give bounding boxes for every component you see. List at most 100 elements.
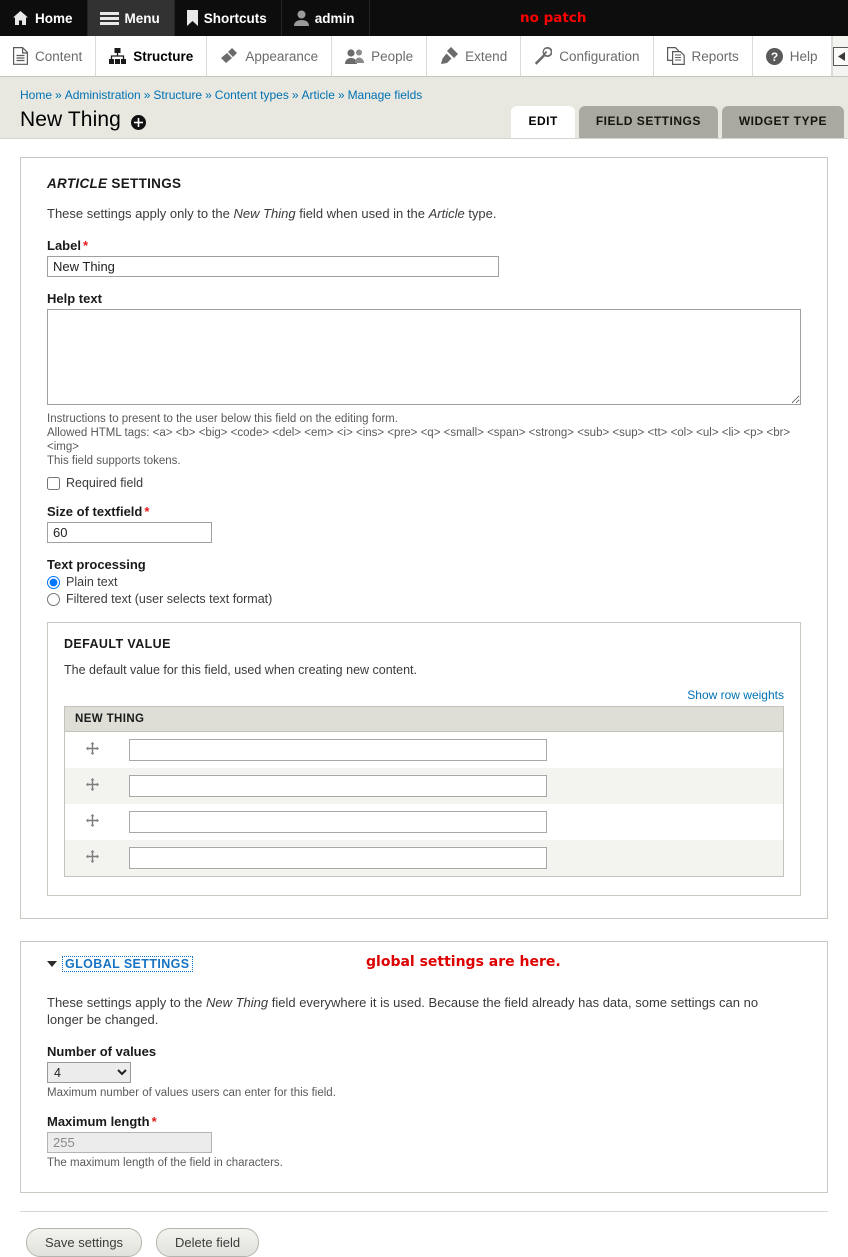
nav-item-content-label: Content <box>35 48 83 64</box>
breadcrumb-item-5[interactable]: Manage fields <box>348 88 423 102</box>
show-row-weights-link[interactable]: Show row weights <box>687 688 784 702</box>
arrow-left-icon <box>832 46 848 66</box>
breadcrumb-item-1[interactable]: Administration <box>65 88 141 102</box>
article-settings-title: ARTICLE SETTINGS <box>47 176 801 191</box>
default-value-row-input[interactable] <box>129 847 547 869</box>
table-row-handle-cell <box>64 731 119 768</box>
breadcrumb-item-3[interactable]: Content types <box>215 88 289 102</box>
toolbar-item-admin-label: admin <box>314 10 355 26</box>
tab-widget-type[interactable]: WIDGET TYPE <box>721 106 844 138</box>
label-field-required-marker: * <box>82 238 89 253</box>
bookmark-icon <box>186 10 198 26</box>
nav-item-extend[interactable]: Extend <box>427 36 522 76</box>
maximum-length-description: The maximum length of the field in chara… <box>47 1157 283 1169</box>
collapse-toolbar-button[interactable] <box>832 36 848 76</box>
toolbar-item-admin-user[interactable]: admin <box>282 0 370 36</box>
tab-edit[interactable]: EDIT <box>511 106 575 138</box>
nav-item-help-label: Help <box>789 48 818 64</box>
breadcrumb-item-2[interactable]: Structure <box>153 88 202 102</box>
drag-handle-icon[interactable] <box>85 742 99 755</box>
toolbar-item-home[interactable]: Home <box>0 0 88 36</box>
page-header: Home» Administration» Structure» Content ty… <box>0 77 848 139</box>
breadcrumb-sep-2: » <box>205 88 212 102</box>
help-text-label: Help text <box>47 291 102 306</box>
article-settings-description: These settings apply only to the New Thi… <box>47 205 801 222</box>
nav-item-appearance[interactable]: Appearance <box>207 36 333 76</box>
breadcrumb-item-0[interactable]: Home <box>20 88 52 102</box>
toolbar-item-menu[interactable]: Menu <box>87 0 175 36</box>
number-of-values-label: Number of values <box>47 1044 157 1059</box>
number-of-values-description: Maximum number of values users can enter… <box>47 1087 336 1099</box>
tab-field-settings[interactable]: FIELD SETTINGS <box>578 106 718 138</box>
user-icon <box>293 10 309 26</box>
table-row <box>64 768 784 804</box>
nav-item-appearance-label: Appearance <box>245 48 319 64</box>
number-of-values-select[interactable]: 4 <box>47 1062 131 1083</box>
toolbar-item-shortcuts-label: Shortcuts <box>203 10 267 26</box>
maximum-length-required-marker: * <box>151 1114 157 1129</box>
default-value-row-input[interactable] <box>129 811 547 833</box>
label-field-input[interactable] <box>47 256 499 277</box>
paintbrush-icon <box>220 47 238 65</box>
table-header-new-thing: NEW THING <box>64 706 784 732</box>
breadcrumb-item-4[interactable]: Article <box>302 88 335 102</box>
question-mark-icon: ? <box>765 47 783 65</box>
hamburger-icon <box>99 11 119 26</box>
text-processing-radio-plain-label[interactable]: Plain text <box>66 575 117 589</box>
desc-post: type. <box>464 206 497 221</box>
required-field-checkbox[interactable] <box>47 476 60 490</box>
nav-item-configuration[interactable]: Configuration <box>521 36 654 76</box>
table-row <box>64 840 784 877</box>
drag-handle-icon[interactable] <box>85 778 99 791</box>
contextual-links-toggle-icon[interactable] <box>130 114 146 130</box>
label-field-label: Label * <box>47 238 801 253</box>
plug-icon <box>440 47 459 65</box>
toolbar-item-shortcuts[interactable]: Shortcuts <box>175 0 282 36</box>
home-icon <box>12 10 29 26</box>
delete-field-button[interactable]: Delete field <box>156 1228 260 1257</box>
nav-item-content[interactable]: Content <box>0 36 97 76</box>
table-row-handle-cell <box>64 768 119 804</box>
toolbar-item-menu-label: Menu <box>124 10 160 26</box>
default-value-description: The default value for this field, used w… <box>64 663 417 677</box>
nav-item-people[interactable]: People <box>332 36 428 76</box>
nav-item-reports-label: Reports <box>691 48 739 64</box>
form-actions: Save settings Delete field <box>0 1212 848 1257</box>
maximum-length-label-text: Maximum length <box>47 1114 150 1129</box>
text-processing-option-filtered: Filtered text (user selects text format) <box>47 592 801 606</box>
text-processing-radio-filtered-label[interactable]: Filtered text (user selects text format) <box>66 592 272 606</box>
default-value-row-input[interactable] <box>129 775 547 797</box>
drag-handle-icon[interactable] <box>85 814 99 827</box>
desc-pre: These settings apply only to the <box>47 206 234 221</box>
global-settings-description: These settings apply to the New Thing fi… <box>47 994 789 1028</box>
nav-item-extend-label: Extend <box>465 48 508 64</box>
collapse-triangle-icon[interactable] <box>47 961 57 967</box>
size-of-textfield-label: Size of textfield * <box>47 504 801 519</box>
table-row-handle-cell <box>64 804 119 840</box>
nav-item-help[interactable]: ? Help <box>753 36 832 76</box>
table-header-row: NEW THING <box>64 706 784 732</box>
table-row-input-cell <box>119 768 784 804</box>
document-icon <box>13 47 28 65</box>
nav-item-reports[interactable]: Reports <box>654 36 753 76</box>
text-processing-radio-plain[interactable] <box>47 575 60 589</box>
save-settings-button[interactable]: Save settings <box>26 1228 143 1257</box>
text-processing-radio-filtered[interactable] <box>47 592 60 606</box>
size-of-textfield-label-text: Size of textfield <box>47 504 143 519</box>
desc-type-name: Article <box>428 206 465 221</box>
size-of-textfield-input[interactable] <box>47 522 212 543</box>
required-field-label[interactable]: Required field <box>66 476 143 490</box>
global-settings-legend-link[interactable]: GLOBAL SETTINGS <box>62 956 193 972</box>
gs-desc-pre: These settings apply to the <box>47 995 206 1010</box>
table-row-handle-cell <box>64 840 119 877</box>
default-value-row-input[interactable] <box>129 739 547 761</box>
breadcrumb-sep-4: » <box>337 88 345 102</box>
help-text-desc-line3: This field supports tokens. <box>47 455 181 467</box>
table-row <box>64 731 784 768</box>
nav-item-structure[interactable]: Structure <box>96 36 208 76</box>
drag-handle-icon[interactable] <box>85 850 99 863</box>
page-title: New Thing <box>20 108 121 131</box>
nav-item-people-label: People <box>371 48 414 64</box>
table-row-input-cell <box>119 804 784 840</box>
help-text-textarea[interactable] <box>47 309 801 405</box>
